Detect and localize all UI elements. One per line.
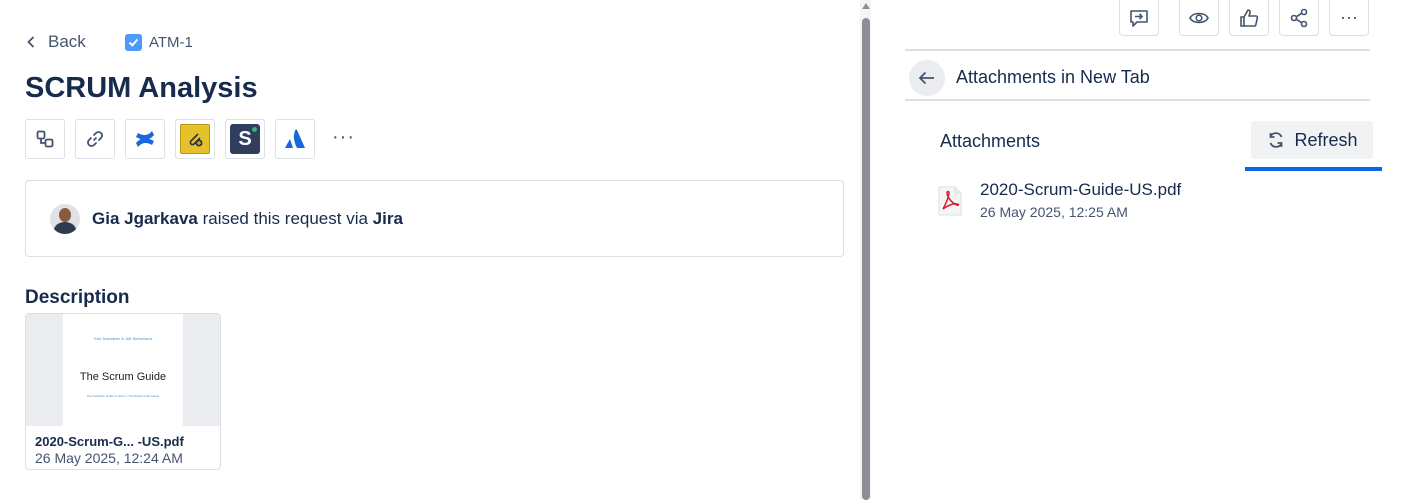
thumb-title: The Scrum Guide	[79, 371, 167, 383]
attachment-date: 26 May 2025, 12:24 AM	[35, 450, 183, 466]
avatar[interactable]	[50, 203, 80, 234]
link-icon	[87, 131, 103, 147]
chevron-left-icon	[27, 36, 35, 48]
attachment-name: 2020-Scrum-G... -US.pdf	[35, 434, 184, 449]
scroll-up-arrow[interactable]	[860, 3, 871, 13]
file-name-link[interactable]: 2020-Scrum-Guide-US.pdf	[980, 180, 1181, 200]
eye-icon	[1189, 12, 1209, 23]
feedback-icon	[1130, 9, 1148, 27]
atlassian-button[interactable]	[275, 119, 315, 159]
refresh-label: Refresh	[1294, 129, 1358, 150]
attachment-card[interactable]: Ken Schwaber & Jeff Sutherland The Scrum…	[25, 313, 221, 470]
panel-title: Attachments in New Tab	[956, 67, 1150, 87]
attachment-app-button[interactable]	[175, 119, 215, 159]
pdf-page-preview: Ken Schwaber & Jeff Sutherland The Scrum…	[63, 314, 183, 426]
s-app-icon: S	[230, 124, 260, 154]
panel-title-divider	[905, 99, 1370, 101]
active-tab-indicator	[1245, 167, 1382, 171]
share-button[interactable]	[1279, 0, 1319, 36]
request-card: Gia Jgarkava raised this request via Jir…	[25, 180, 844, 257]
back-label: Back	[48, 32, 86, 51]
refresh-icon	[1270, 132, 1283, 148]
child-issue-icon	[36, 130, 54, 148]
description-heading: Description	[25, 287, 130, 308]
thumb-authors: Ken Schwaber & Jeff Sutherland	[94, 336, 152, 341]
back-link[interactable]: Back	[24, 30, 86, 54]
thumb-subtitle: The Definitive Guide to Scrum: The Rules…	[86, 394, 160, 398]
confluence-button[interactable]	[125, 119, 165, 159]
scrollbar-thumb[interactable]	[862, 18, 870, 500]
issue-key-link[interactable]: ATM-1	[125, 32, 193, 52]
child-issue-button[interactable]	[25, 119, 65, 159]
vote-button[interactable]	[1229, 0, 1269, 36]
panel-back-button[interactable]	[909, 60, 945, 96]
header-divider	[905, 49, 1370, 51]
reporter-name[interactable]: Gia Jgarkava	[92, 209, 198, 228]
issue-key-label: ATM-1	[149, 33, 193, 51]
request-text: Gia Jgarkava raised this request via Jir…	[92, 209, 403, 229]
thumbs-up-icon	[1240, 8, 1259, 27]
request-middle-text: raised this request via	[197, 208, 373, 228]
feedback-button[interactable]	[1119, 0, 1159, 36]
page-title: SCRUM Analysis	[25, 72, 258, 104]
request-channel: Jira	[372, 208, 403, 228]
attachments-label: Attachments	[940, 131, 1041, 151]
watch-button[interactable]	[1179, 0, 1219, 36]
pdf-file-icon	[938, 186, 962, 216]
more-actions-button[interactable]: ···	[1329, 0, 1369, 36]
arrow-left-icon	[918, 71, 934, 85]
atlassian-icon	[285, 129, 305, 148]
confluence-icon	[136, 131, 154, 147]
share-icon	[1290, 8, 1308, 27]
task-checkbox-icon	[125, 33, 142, 51]
s-app-button[interactable]: S	[225, 119, 265, 159]
link-issue-button[interactable]	[75, 119, 115, 159]
attachment-thumbnail: Ken Schwaber & Jeff Sutherland The Scrum…	[26, 314, 220, 426]
refresh-button[interactable]: Refresh	[1251, 121, 1373, 159]
file-date: 26 May 2025, 12:25 AM	[980, 204, 1128, 220]
more-tools-button[interactable]: ···	[332, 126, 355, 149]
attachment-app-icon	[180, 124, 210, 154]
